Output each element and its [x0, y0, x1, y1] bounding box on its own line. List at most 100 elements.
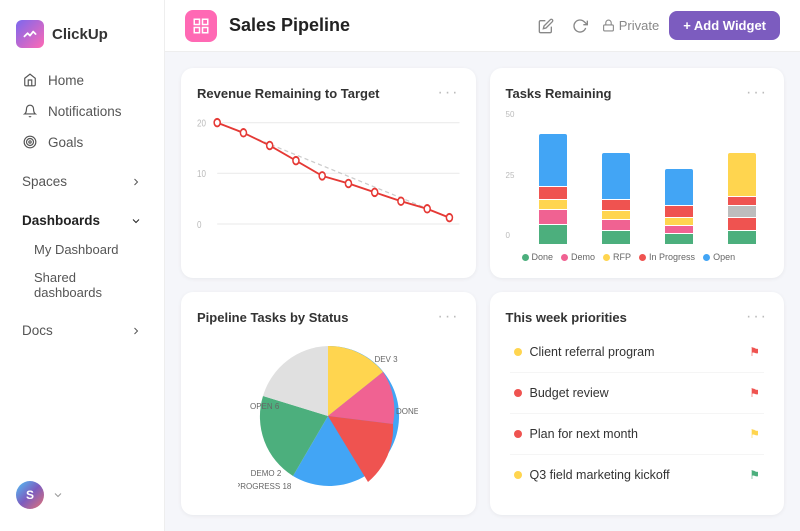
bar-open [728, 153, 756, 196]
logo-text: ClickUp [52, 26, 108, 43]
widget-priorities-menu[interactable]: ··· [746, 308, 768, 326]
widget-pipeline-header: Pipeline Tasks by Status ··· [197, 308, 460, 326]
widget-tasks-menu[interactable]: ··· [746, 84, 768, 102]
header: Sales Pipeline Private + Add Widget [165, 0, 800, 52]
sidebar-item-goals[interactable]: Goals [6, 127, 158, 157]
sidebar-footer[interactable]: S [0, 471, 164, 519]
bar-open [539, 134, 567, 186]
edit-button[interactable] [534, 14, 558, 38]
widget-tasks-title: Tasks Remaining [506, 86, 612, 101]
priority-label-4: Q3 field marketing kickoff [530, 468, 670, 482]
bar-rfp [602, 211, 630, 219]
docs-label: Docs [22, 323, 53, 338]
refresh-button[interactable] [568, 14, 592, 38]
dashboards-header[interactable]: Dashboards [6, 206, 158, 235]
bar-groups [526, 110, 768, 244]
svg-text:10: 10 [197, 168, 206, 179]
widget-revenue-menu[interactable]: ··· [438, 84, 460, 102]
priorities-list: Client referral program ⚑ Budget review … [506, 338, 769, 499]
priority-label-1: Client referral program [530, 345, 655, 359]
bar-done [665, 234, 693, 244]
logo-icon [16, 20, 44, 48]
bar-4 [715, 110, 768, 244]
priority-item-3[interactable]: Plan for next month ⚑ [506, 420, 769, 448]
bar-2 [589, 110, 642, 244]
sidebar-item-shared-dashboards[interactable]: Shared dashboards [6, 264, 158, 306]
bar-done [728, 231, 756, 244]
target-icon [22, 134, 38, 150]
bar-rfp [665, 218, 693, 225]
bar-demo [602, 220, 630, 230]
docs-header[interactable]: Docs [6, 316, 158, 345]
bar-demo [728, 218, 756, 230]
widget-revenue: Revenue Remaining to Target ··· 20 10 0 [181, 68, 476, 278]
widget-revenue-header: Revenue Remaining to Target ··· [197, 84, 460, 102]
spaces-label: Spaces [22, 174, 67, 189]
legend-done: Done [522, 252, 554, 262]
bar-demo [539, 210, 567, 224]
tasks-legend: Done Demo RFP In Progress [506, 252, 769, 262]
bar-1 [526, 110, 579, 244]
priority-flag-2: ⚑ [749, 386, 760, 400]
svg-text:20: 20 [197, 118, 206, 129]
svg-text:IN PROGRESS 18: IN PROGRESS 18 [238, 482, 292, 491]
sidebar-item-notifications[interactable]: Notifications [6, 96, 158, 126]
divider-3 [510, 454, 765, 455]
legend-demo: Demo [561, 252, 595, 262]
sidebar-item-notifications-label: Notifications [48, 104, 122, 119]
bar-inprogress [539, 187, 567, 199]
y-label-25: 25 [506, 171, 515, 180]
svg-text:DEV 3: DEV 3 [375, 355, 399, 364]
svg-text:OPEN 6: OPEN 6 [250, 402, 280, 411]
sidebar-logo[interactable]: ClickUp [0, 12, 164, 64]
priority-flag-1: ⚑ [749, 345, 760, 359]
sidebar-item-goals-label: Goals [48, 135, 83, 150]
priority-flag-4: ⚑ [749, 468, 760, 482]
sidebar: ClickUp Home Notifications Goals Spaces [0, 0, 165, 531]
sidebar-nav: Home Notifications Goals Spaces Dashboar… [0, 64, 164, 471]
widget-pipeline: Pipeline Tasks by Status ··· [181, 292, 476, 515]
divider-2 [510, 413, 765, 414]
page-title: Sales Pipeline [229, 15, 522, 36]
y-label-0: 0 [506, 231, 515, 240]
priority-item-2[interactable]: Budget review ⚑ [506, 379, 769, 407]
my-dashboard-label: My Dashboard [34, 242, 119, 257]
avatar-initial: S [26, 488, 34, 502]
priority-dot-3 [514, 430, 522, 438]
docs-section: Docs [0, 316, 164, 345]
divider-1 [510, 372, 765, 373]
priority-label-3: Plan for next month [530, 427, 638, 441]
main-content: Sales Pipeline Private + Add Widget Reve… [165, 0, 800, 531]
widget-priorities: This week priorities ··· Client referral… [490, 292, 785, 515]
home-icon [22, 72, 38, 88]
priority-item-1[interactable]: Client referral program ⚑ [506, 338, 769, 366]
widget-revenue-title: Revenue Remaining to Target [197, 86, 380, 101]
legend-open: Open [703, 252, 735, 262]
widget-pipeline-title: Pipeline Tasks by Status [197, 310, 348, 325]
bar-rfp [539, 200, 567, 209]
add-widget-button[interactable]: + Add Widget [669, 11, 780, 40]
sidebar-item-home[interactable]: Home [6, 65, 158, 95]
private-label: Private [619, 18, 659, 33]
bar-done [602, 231, 630, 244]
svg-text:DEMO 2: DEMO 2 [251, 469, 282, 478]
dashboard: Revenue Remaining to Target ··· 20 10 0 [165, 52, 800, 531]
spaces-header[interactable]: Spaces [6, 167, 158, 196]
bar-done [539, 225, 567, 244]
dashboards-label: Dashboards [22, 213, 100, 228]
svg-text:DONE 5: DONE 5 [396, 407, 418, 416]
bar-inprogress [665, 206, 693, 216]
sidebar-item-my-dashboard[interactable]: My Dashboard [6, 236, 158, 263]
bar-inprogress [728, 197, 756, 205]
bar-open [602, 153, 630, 199]
priority-label-2: Budget review [530, 386, 609, 400]
bar-inprogress [602, 200, 630, 210]
priority-item-4[interactable]: Q3 field marketing kickoff ⚑ [506, 461, 769, 489]
svg-text:0: 0 [197, 219, 201, 230]
spaces-section: Spaces [0, 167, 164, 196]
widget-pipeline-menu[interactable]: ··· [438, 308, 460, 326]
avatar: S [16, 481, 44, 509]
shared-dashboards-label: Shared dashboards [34, 270, 142, 300]
legend-inprogress: In Progress [639, 252, 695, 262]
widget-tasks-header: Tasks Remaining ··· [506, 84, 769, 102]
